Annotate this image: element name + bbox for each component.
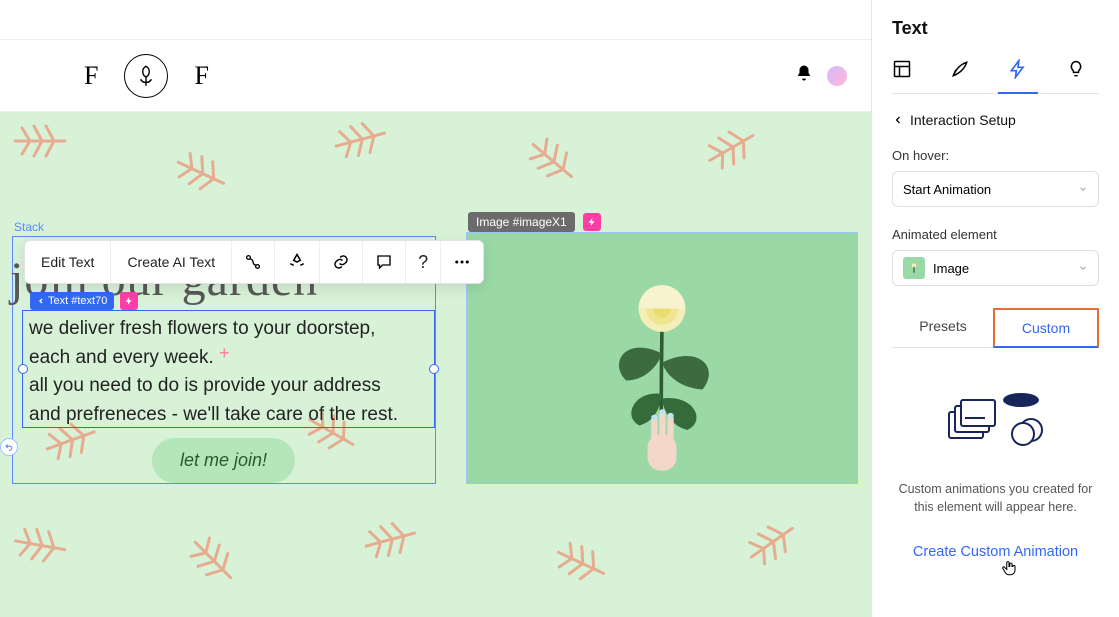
custom-tab[interactable]: Custom [993, 308, 1099, 348]
panel-title: Text [892, 18, 1099, 39]
stack-label: Stack [14, 220, 44, 234]
create-ai-text-button[interactable]: Create AI Text [111, 241, 232, 283]
logo-emblem [124, 54, 168, 98]
layout-tab-icon[interactable] [892, 59, 912, 79]
hover-select-value: Start Animation [903, 182, 991, 197]
create-custom-animation-button[interactable]: Create Custom Animation [892, 544, 1099, 560]
animated-element-select[interactable]: Image [892, 250, 1099, 286]
connector-icon[interactable] [232, 241, 275, 283]
interaction-indicator-icon[interactable] [583, 213, 601, 231]
presets-tab[interactable]: Presets [892, 308, 994, 348]
edit-text-label: Edit Text [41, 254, 94, 270]
leaf-decor [543, 527, 637, 606]
back-to-interactions[interactable]: Interaction Setup [892, 112, 1099, 128]
animated-select-value: Image [933, 261, 969, 276]
join-button-label: let me join! [180, 450, 267, 470]
cta-label: Create Custom Animation [913, 544, 1078, 560]
image-element-tag[interactable]: Image #imageX1 [468, 212, 575, 232]
empty-state-message: Custom animations you created for this e… [892, 480, 1099, 516]
element-thumb-icon [903, 257, 925, 279]
interaction-indicator-icon[interactable] [120, 292, 138, 310]
inspector-panel: Text Interaction Setup On hover: Start A… [871, 0, 1119, 617]
empty-state-illustration [892, 388, 1099, 458]
logo-letter-left: F [84, 61, 98, 91]
leaf-decor [6, 515, 93, 578]
animation-icon[interactable] [275, 241, 320, 283]
join-button[interactable]: let me join! [152, 438, 295, 483]
selected-text-box[interactable]: we deliver fresh flowers to your doorste… [22, 310, 435, 428]
undo-icon[interactable] [0, 438, 18, 456]
empty-msg-line: this element will appear here. [914, 500, 1077, 514]
cursor-hand-icon [1000, 558, 1018, 582]
empty-msg-line: Custom animations you created for [899, 482, 1093, 496]
para-line: each and every week. [29, 347, 214, 368]
link-icon[interactable] [320, 241, 363, 283]
bell-icon[interactable] [795, 64, 813, 87]
ai-text-label: Create AI Text [127, 254, 215, 270]
help-icon[interactable]: ? [406, 241, 441, 283]
leaf-decor [325, 112, 415, 172]
leaf-decor [513, 122, 606, 212]
hover-label: On hover: [892, 148, 1099, 163]
site-header: F F [0, 40, 871, 112]
comment-icon[interactable] [363, 241, 406, 283]
leaf-decor [733, 494, 827, 581]
leaf-decor [355, 502, 445, 571]
para-line: all you need to do is provide your addre… [29, 375, 381, 396]
leaf-decor [693, 112, 787, 185]
presets-tab-label: Presets [919, 318, 966, 334]
animation-subtabs: Presets Custom [892, 308, 1099, 348]
animated-element-label: Animated element [892, 227, 1099, 242]
interactions-tab-icon[interactable] [1008, 59, 1028, 79]
para-line: and prefreneces - we'll take care of the… [29, 404, 398, 425]
tips-tab-icon[interactable] [1066, 59, 1086, 79]
custom-tab-label: Custom [1022, 320, 1070, 336]
leaf-decor [10, 116, 90, 166]
leaf-decor [163, 137, 257, 216]
design-tab-icon[interactable] [950, 59, 970, 79]
more-icon[interactable] [441, 241, 483, 283]
hover-trigger-select[interactable]: Start Animation [892, 171, 1099, 207]
site-logo: F F [84, 54, 209, 98]
text-toolbar: Edit Text Create AI Text ? [24, 240, 484, 284]
text-element-tag[interactable]: Text #text70 [30, 292, 114, 310]
logo-letter-right: F [194, 61, 208, 91]
edit-text-button[interactable]: Edit Text [25, 241, 111, 283]
leaf-decor [174, 521, 266, 613]
section-title: Interaction Setup [910, 112, 1016, 128]
app-topbar [0, 0, 871, 40]
image-element[interactable] [466, 232, 858, 484]
avatar[interactable] [827, 66, 847, 86]
insert-marker-icon: + [219, 343, 230, 364]
editor-canvas[interactable]: Stack join our garden Text #text70 we de… [0, 112, 871, 617]
para-line: we deliver fresh flowers to your doorste… [29, 318, 375, 339]
text-tag-label: Text #text70 [48, 295, 107, 307]
